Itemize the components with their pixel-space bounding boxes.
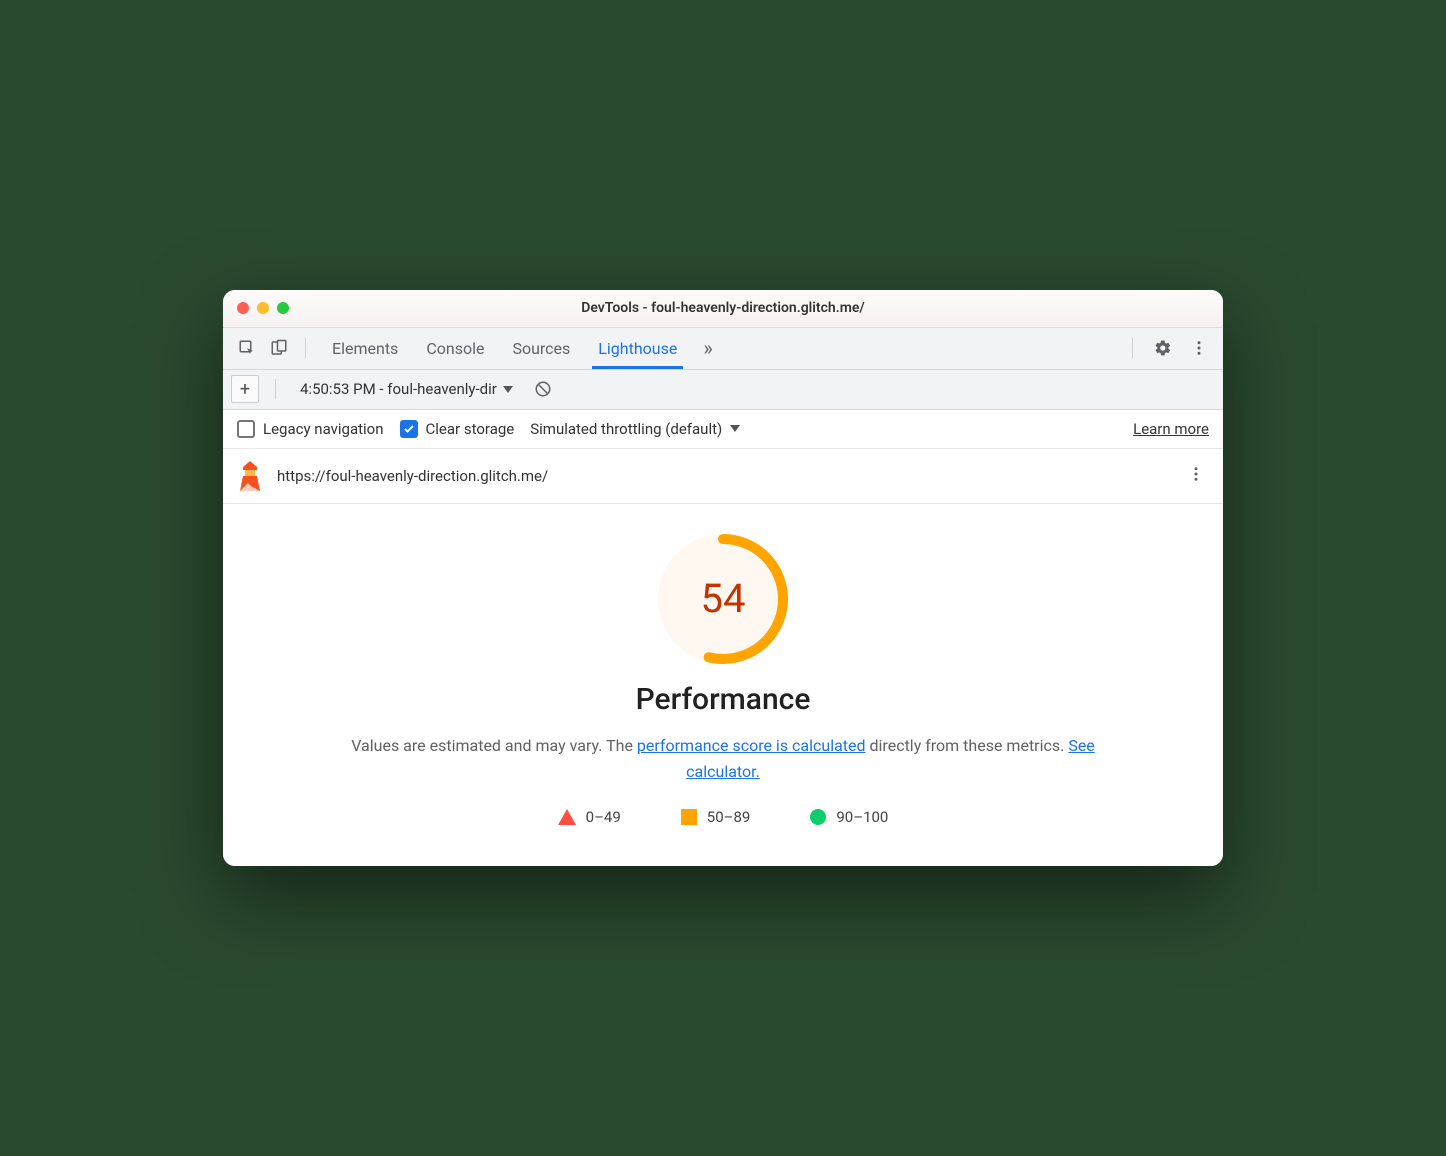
report-selector[interactable]: 4:50:53 PM - foul-heavenly-dir	[292, 375, 521, 403]
tab-elements[interactable]: Elements	[318, 327, 412, 369]
checkbox-icon	[400, 420, 418, 438]
square-icon	[681, 809, 697, 825]
lighthouse-options: Legacy navigation Clear storage Simulate…	[223, 410, 1223, 449]
lighthouse-icon	[237, 461, 263, 491]
performance-title: Performance	[263, 682, 1183, 717]
performance-score: 54	[658, 534, 788, 664]
performance-gauge: 54	[658, 534, 788, 664]
tab-lighthouse[interactable]: Lighthouse	[584, 327, 691, 369]
performance-description: Values are estimated and may vary. The p…	[343, 733, 1103, 784]
minimize-window-button[interactable]	[257, 302, 269, 314]
tab-console[interactable]: Console	[412, 327, 498, 369]
clear-icon[interactable]	[529, 375, 557, 403]
report-selector-label: 4:50:53 PM - foul-heavenly-dir	[300, 380, 497, 398]
report-url-row: https://foul-heavenly-direction.glitch.m…	[223, 449, 1223, 504]
new-report-button[interactable]: +	[231, 375, 259, 403]
devtools-window: DevTools - foul-heavenly-direction.glitc…	[223, 290, 1223, 866]
legacy-navigation-label: Legacy navigation	[263, 420, 384, 438]
report-menu-icon[interactable]	[1183, 461, 1209, 491]
throttling-label: Simulated throttling (default)	[530, 420, 722, 438]
chevron-down-icon	[730, 425, 740, 432]
zoom-window-button[interactable]	[277, 302, 289, 314]
panel-tabs: Elements Console Sources Lighthouse	[318, 327, 691, 369]
tab-sources[interactable]: Sources	[498, 327, 584, 369]
legacy-navigation-checkbox[interactable]: Legacy navigation	[237, 420, 384, 438]
device-toolbar-icon[interactable]	[265, 334, 293, 362]
window-title: DevTools - foul-heavenly-direction.glitc…	[223, 300, 1223, 316]
lighthouse-toolbar: + 4:50:53 PM - foul-heavenly-dir	[223, 370, 1223, 410]
report-url: https://foul-heavenly-direction.glitch.m…	[277, 467, 548, 485]
lighthouse-report: 54 Performance Values are estimated and …	[223, 504, 1223, 866]
legend-fail: 0–49	[558, 808, 621, 826]
checkbox-icon	[237, 420, 255, 438]
titlebar: DevTools - foul-heavenly-direction.glitc…	[223, 290, 1223, 328]
gear-icon[interactable]	[1149, 334, 1177, 362]
score-calc-link[interactable]: performance score is calculated	[637, 736, 866, 755]
clear-storage-label: Clear storage	[426, 420, 515, 438]
traffic-lights	[237, 302, 289, 314]
divider	[1132, 338, 1133, 358]
clear-storage-checkbox[interactable]: Clear storage	[400, 420, 515, 438]
more-tabs-icon[interactable]: »	[695, 336, 720, 360]
divider	[275, 379, 276, 399]
throttling-selector[interactable]: Simulated throttling (default)	[530, 420, 740, 438]
kebab-menu-icon[interactable]	[1185, 334, 1213, 362]
legend-pass: 90–100	[810, 808, 888, 826]
chevron-down-icon	[503, 386, 513, 393]
triangle-icon	[558, 809, 576, 825]
legend-average: 50–89	[681, 808, 751, 826]
inspect-element-icon[interactable]	[233, 334, 261, 362]
divider	[305, 338, 306, 358]
close-window-button[interactable]	[237, 302, 249, 314]
score-legend: 0–49 50–89 90–100	[263, 808, 1183, 826]
circle-icon	[810, 809, 826, 825]
learn-more-link[interactable]: Learn more	[1133, 420, 1209, 438]
tabbar: Elements Console Sources Lighthouse »	[223, 328, 1223, 370]
